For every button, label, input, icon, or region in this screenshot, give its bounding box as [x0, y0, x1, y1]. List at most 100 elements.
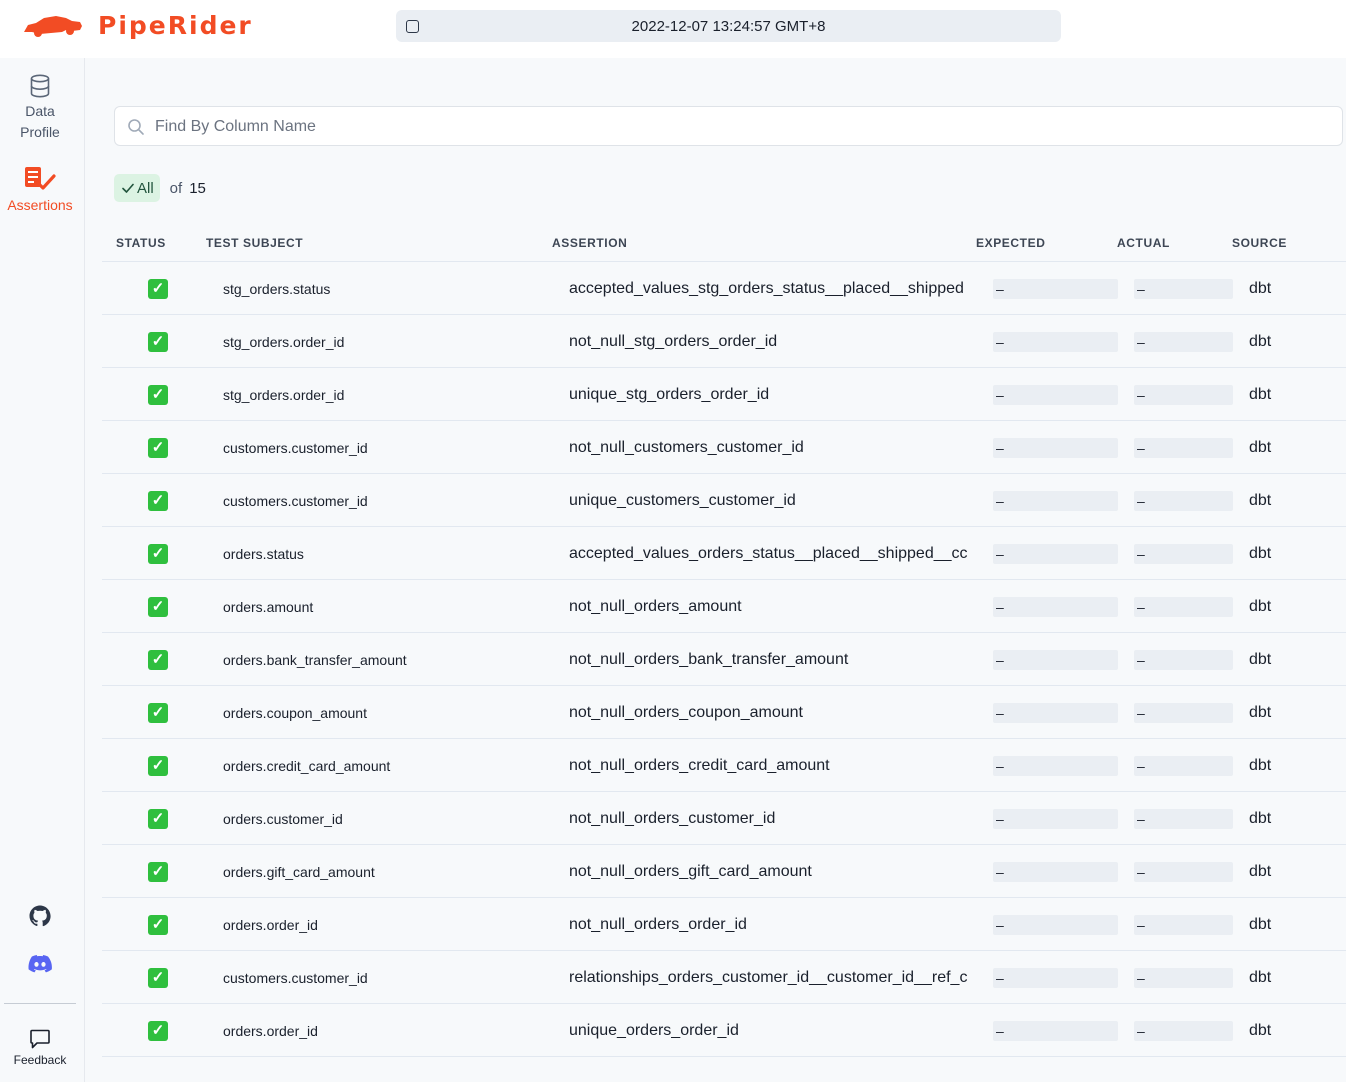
run-selector[interactable]: 2022-12-07 13:24:57 GMT+8: [396, 10, 1061, 42]
search-input[interactable]: [155, 115, 1315, 139]
actual-cell: –: [1134, 845, 1233, 898]
passed-check-icon: ✓: [148, 967, 168, 988]
expected-value: –: [993, 649, 1118, 670]
status-cell: ✓: [148, 1004, 170, 1057]
source-cell: dbt: [1249, 968, 1272, 986]
table-row[interactable]: ✓ orders.status accepted_values_orders_sta…: [102, 527, 1346, 580]
discord-icon[interactable]: [28, 952, 52, 976]
test-subject-cell: orders.credit_card_amount: [223, 757, 391, 774]
search-box[interactable]: [114, 106, 1343, 146]
table-body: ✓ stg_orders.status accepted_values_stg_or…: [102, 262, 1346, 1057]
actual-cell: –: [1134, 527, 1233, 580]
passed-check-icon: ✓: [148, 384, 168, 405]
table-row[interactable]: ✓ stg_orders.order_id not_null_stg_orders_…: [102, 315, 1346, 368]
sidebar-item-assertions[interactable]: Assertions: [0, 166, 80, 216]
table-row[interactable]: ✓ customers.customer_id relationships_orde…: [102, 951, 1346, 1004]
filter-of-label: of: [169, 179, 183, 197]
table-row[interactable]: ✓ stg_orders.status accepted_values_stg_or…: [102, 262, 1346, 315]
sidebar-item-data-profile[interactable]: Data Profile: [0, 74, 80, 143]
test-subject-cell: stg_orders.status: [223, 280, 331, 297]
table-row[interactable]: ✓ orders.bank_transfer_amount not_null_ord…: [102, 633, 1346, 686]
status-cell: ✓: [148, 686, 170, 739]
table-row[interactable]: ✓ stg_orders.order_id unique_stg_orders_or…: [102, 368, 1346, 421]
source-cell: dbt: [1249, 756, 1272, 774]
source-cell: dbt: [1249, 703, 1272, 721]
main-content: All of 15 STATUS TEST SUBJECT ASSERTION …: [85, 58, 1346, 1082]
column-header-test-subject: TEST SUBJECT: [206, 236, 304, 250]
passed-check-icon: ✓: [148, 649, 168, 670]
assertion-name-cell[interactable]: not_null_stg_orders_order_id: [569, 315, 978, 368]
expected-value: –: [993, 808, 1118, 829]
actual-value: –: [1134, 437, 1233, 458]
actual-value: –: [1134, 1020, 1233, 1041]
test-subject-cell: orders.amount: [223, 598, 314, 615]
table-row[interactable]: ✓ orders.order_id not_null_orders_order_id…: [102, 898, 1346, 951]
source-cell: dbt: [1249, 915, 1272, 933]
assertion-name-cell[interactable]: relationships_orders_customer_id__custom…: [569, 951, 978, 1004]
table-row[interactable]: ✓ orders.amount not_null_orders_amount – – db…: [102, 580, 1346, 633]
assertion-name-cell[interactable]: not_null_orders_customer_id: [569, 792, 978, 845]
passed-check-icon: ✓: [148, 596, 168, 617]
expected-value: –: [993, 1020, 1118, 1041]
test-subject-cell: customers.customer_id: [223, 439, 368, 456]
column-header-source: SOURCE: [1232, 236, 1287, 250]
assertion-name-cell[interactable]: not_null_customers_customer_id: [569, 421, 978, 474]
assertion-name-cell[interactable]: not_null_orders_bank_transfer_amount: [569, 633, 978, 686]
run-checkbox-icon[interactable]: [406, 20, 419, 33]
assertion-name-cell[interactable]: not_null_orders_order_id: [569, 898, 978, 951]
github-icon[interactable]: [28, 904, 52, 928]
assertion-name-cell[interactable]: not_null_orders_coupon_amount: [569, 686, 978, 739]
filter-total-count: 15: [189, 179, 206, 197]
assertion-name-cell[interactable]: unique_orders_order_id: [569, 1004, 978, 1057]
table-row[interactable]: ✓ customers.customer_id unique_customers_c…: [102, 474, 1346, 527]
chat-bubble-icon: [30, 1029, 50, 1049]
assertion-name-cell[interactable]: accepted_values_orders_status__placed__s…: [569, 527, 978, 580]
app-logo[interactable]: PipeRider: [22, 10, 253, 40]
assertion-name-cell[interactable]: accepted_values_stg_orders_status__place…: [569, 262, 978, 315]
assertions-table: STATUS TEST SUBJECT ASSERTION EXPECTED A…: [102, 224, 1346, 1057]
test-subject-cell: customers.customer_id: [223, 969, 368, 986]
actual-value: –: [1134, 755, 1233, 776]
column-header-status: STATUS: [116, 236, 166, 250]
app-name: PipeRider: [98, 10, 253, 40]
actual-value: –: [1134, 861, 1233, 882]
expected-cell: –: [993, 474, 1118, 527]
expected-value: –: [993, 543, 1118, 564]
column-header-expected: EXPECTED: [976, 236, 1046, 250]
table-row[interactable]: ✓ orders.coupon_amount not_null_orders_cou…: [102, 686, 1346, 739]
assertion-name-cell[interactable]: not_null_orders_credit_card_amount: [569, 739, 978, 792]
actual-value: –: [1134, 649, 1233, 670]
actual-cell: –: [1134, 421, 1233, 474]
status-cell: ✓: [148, 368, 170, 421]
table-row[interactable]: ✓ orders.credit_card_amount not_null_order…: [102, 739, 1346, 792]
expected-value: –: [993, 702, 1118, 723]
table-row[interactable]: ✓ orders.gift_card_amount not_null_orders_…: [102, 845, 1346, 898]
expected-value: –: [993, 914, 1118, 935]
table-row[interactable]: ✓ orders.order_id unique_orders_order_id – –…: [102, 1004, 1346, 1057]
source-cell: dbt: [1249, 491, 1272, 509]
actual-value: –: [1134, 808, 1233, 829]
expected-cell: –: [993, 315, 1118, 368]
feedback-button[interactable]: Feedback: [0, 1028, 80, 1067]
table-row[interactable]: ✓ orders.customer_id not_null_orders_custo…: [102, 792, 1346, 845]
actual-value: –: [1134, 967, 1233, 988]
passed-check-icon: ✓: [148, 755, 168, 776]
assertion-name-cell[interactable]: unique_stg_orders_order_id: [569, 368, 978, 421]
check-icon: [122, 183, 134, 193]
status-cell: ✓: [148, 739, 170, 792]
expected-cell: –: [993, 792, 1118, 845]
filter-all-chip[interactable]: All: [114, 174, 160, 202]
test-subject-cell: orders.gift_card_amount: [223, 863, 375, 880]
expected-value: –: [993, 490, 1118, 511]
assertion-name-cell[interactable]: not_null_orders_gift_card_amount: [569, 845, 978, 898]
expected-cell: –: [993, 580, 1118, 633]
assertions-icon: [25, 167, 56, 190]
test-subject-cell: stg_orders.order_id: [223, 333, 345, 350]
assertion-name-cell[interactable]: unique_customers_customer_id: [569, 474, 978, 527]
source-cell: dbt: [1249, 650, 1272, 668]
actual-value: –: [1134, 596, 1233, 617]
test-subject-cell: orders.order_id: [223, 1022, 318, 1039]
sidebar-item-label: Assertions: [7, 197, 73, 213]
table-row[interactable]: ✓ customers.customer_id not_null_customers…: [102, 421, 1346, 474]
assertion-name-cell[interactable]: not_null_orders_amount: [569, 580, 978, 633]
